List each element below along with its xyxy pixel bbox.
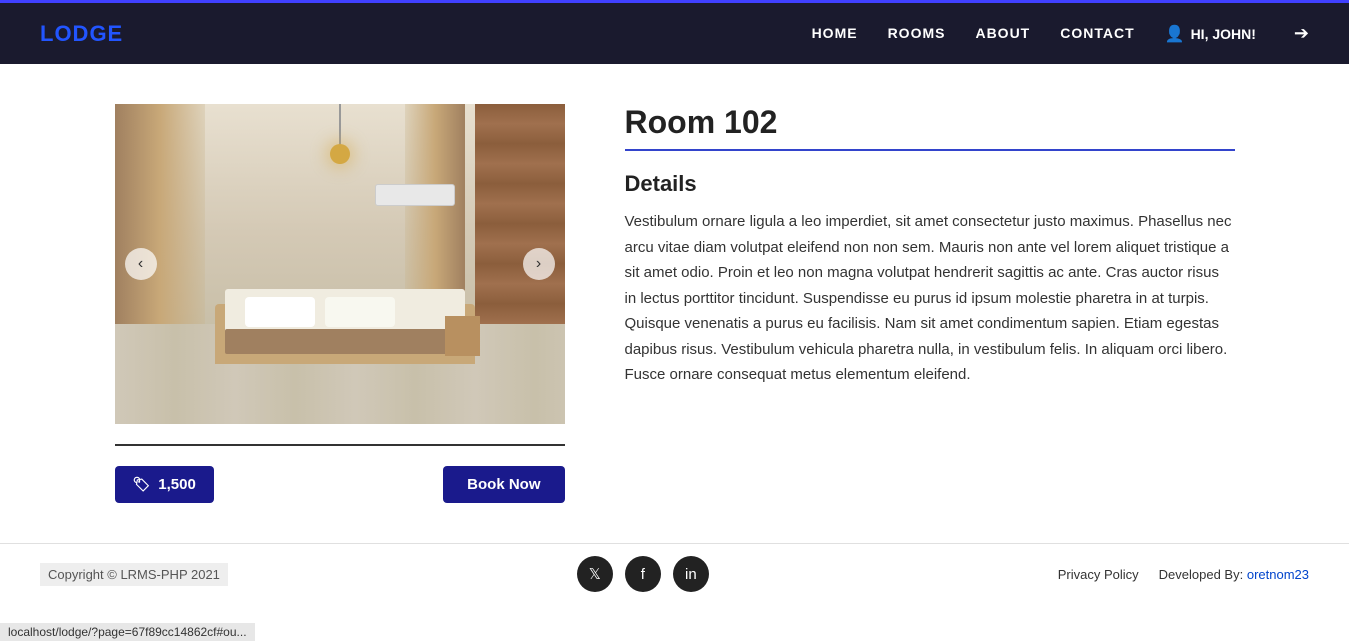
nav-rooms[interactable]: ROOMS (888, 25, 946, 41)
tag-icon: 🏷 (133, 476, 151, 493)
nightstand (445, 316, 480, 356)
nav-about[interactable]: ABOUT (975, 25, 1030, 41)
footer-copyright: Copyright © LRMS-PHP 2021 (40, 563, 228, 586)
nav-home[interactable]: HOME (812, 25, 858, 41)
room-details-panel: Room 102 Details Vestibulum ornare ligul… (625, 104, 1235, 503)
room-actions: 🏷 1,500 Book Now (115, 466, 565, 503)
main-content: ‹ › 🏷 1,500 Book Now Room 102 Details Ve… (75, 104, 1275, 503)
carousel-prev-button[interactable]: ‹ (125, 248, 157, 280)
bed (225, 254, 465, 354)
logout-icon[interactable]: ➔ (1294, 23, 1309, 43)
ac-unit (375, 184, 455, 206)
nav-links: HOME ROOMS ABOUT CONTACT 👤 HI, JOHN! ➔ (812, 23, 1309, 44)
nav-contact[interactable]: CONTACT (1060, 25, 1134, 41)
room-title-divider (625, 149, 1235, 151)
facebook-icon[interactable]: f (625, 556, 661, 592)
footer-right: Privacy Policy Developed By: oretnom23 (1058, 567, 1309, 582)
footer-developed-by: Developed By: oretnom23 (1159, 567, 1309, 582)
pillow-2 (325, 297, 395, 327)
ceiling-light (339, 104, 341, 164)
navbar: LODGE HOME ROOMS ABOUT CONTACT 👤 HI, JOH… (0, 0, 1349, 64)
bed-mattress (225, 289, 465, 334)
room-image (115, 104, 565, 424)
twitter-icon[interactable]: 𝕏 (577, 556, 613, 592)
book-now-button[interactable]: Book Now (443, 466, 564, 503)
carousel-next-button[interactable]: › (523, 248, 555, 280)
room-price: 1,500 (158, 476, 196, 493)
footer-devby-label: Developed By: (1159, 567, 1244, 582)
nav-username: HI, JOHN! (1191, 26, 1256, 42)
footer-social: 𝕏 f in (577, 556, 709, 592)
gallery-divider (115, 444, 565, 446)
brand-logo[interactable]: LODGE (40, 21, 123, 47)
footer-developer-link[interactable]: oretnom23 (1247, 567, 1309, 582)
bed-base (225, 329, 465, 354)
price-badge: 🏷 1,500 (115, 466, 214, 503)
footer: Copyright © LRMS-PHP 2021 𝕏 f in Privacy… (0, 543, 1349, 604)
room-description: Vestibulum ornare ligula a leo imperdiet… (625, 209, 1235, 388)
room-details-heading: Details (625, 171, 1235, 197)
user-icon: 👤 (1165, 24, 1185, 44)
room-carousel: ‹ › (115, 104, 565, 424)
pillow-1 (245, 297, 315, 327)
nav-user[interactable]: 👤 HI, JOHN! (1165, 24, 1256, 44)
room-title: Room 102 (625, 104, 1235, 141)
url-bar: localhost/lodge/?page=67f89cc14862cf#ou.… (0, 623, 255, 641)
linkedin-icon[interactable]: in (673, 556, 709, 592)
room-gallery: ‹ › 🏷 1,500 Book Now (115, 104, 565, 503)
footer-privacy[interactable]: Privacy Policy (1058, 567, 1139, 582)
